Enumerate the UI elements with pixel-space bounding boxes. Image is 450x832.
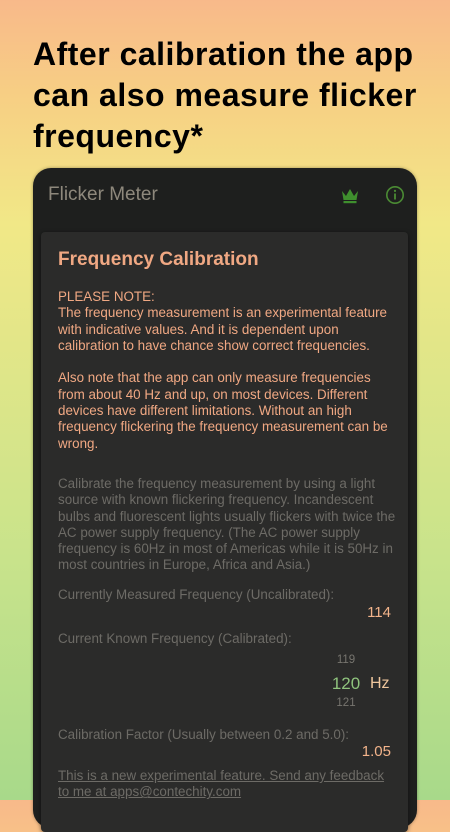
calibration-factor-value[interactable]: 1.05	[341, 743, 391, 760]
known-frequency-picker[interactable]: 120	[326, 674, 366, 694]
hz-unit-label: Hz	[370, 675, 390, 692]
app-title: Flicker Meter	[48, 184, 158, 205]
card-title: Frequency Calibration	[58, 249, 259, 270]
frequency-calibration-card: Frequency Calibration PLEASE NOTE: The f…	[41, 232, 408, 832]
info-icon[interactable]	[385, 185, 405, 205]
measured-frequency-value: 114	[367, 604, 391, 621]
app-bar: Flicker Meter	[33, 168, 417, 224]
feedback-link[interactable]: This is a new experimental feature. Send…	[58, 768, 398, 801]
calibration-factor-label: Calibration Factor (Usually between 0.2 …	[58, 727, 350, 742]
promo-headline: After calibration the app can also measu…	[33, 36, 417, 154]
crown-icon[interactable]	[341, 188, 359, 204]
picker-value-above[interactable]: 119	[326, 654, 366, 666]
calibration-instructions: Calibrate the frequency measurement by u…	[58, 476, 396, 573]
phone-screen: Flicker Meter Frequency Calibration PLEA…	[33, 168, 417, 832]
picker-value-below[interactable]: 121	[326, 697, 366, 709]
known-frequency-label: Current Known Frequency (Calibrated):	[58, 631, 292, 646]
measured-frequency-label: Currently Measured Frequency (Uncalibrat…	[58, 587, 335, 602]
please-note-text: PLEASE NOTE: The frequency measurement i…	[58, 289, 388, 451]
